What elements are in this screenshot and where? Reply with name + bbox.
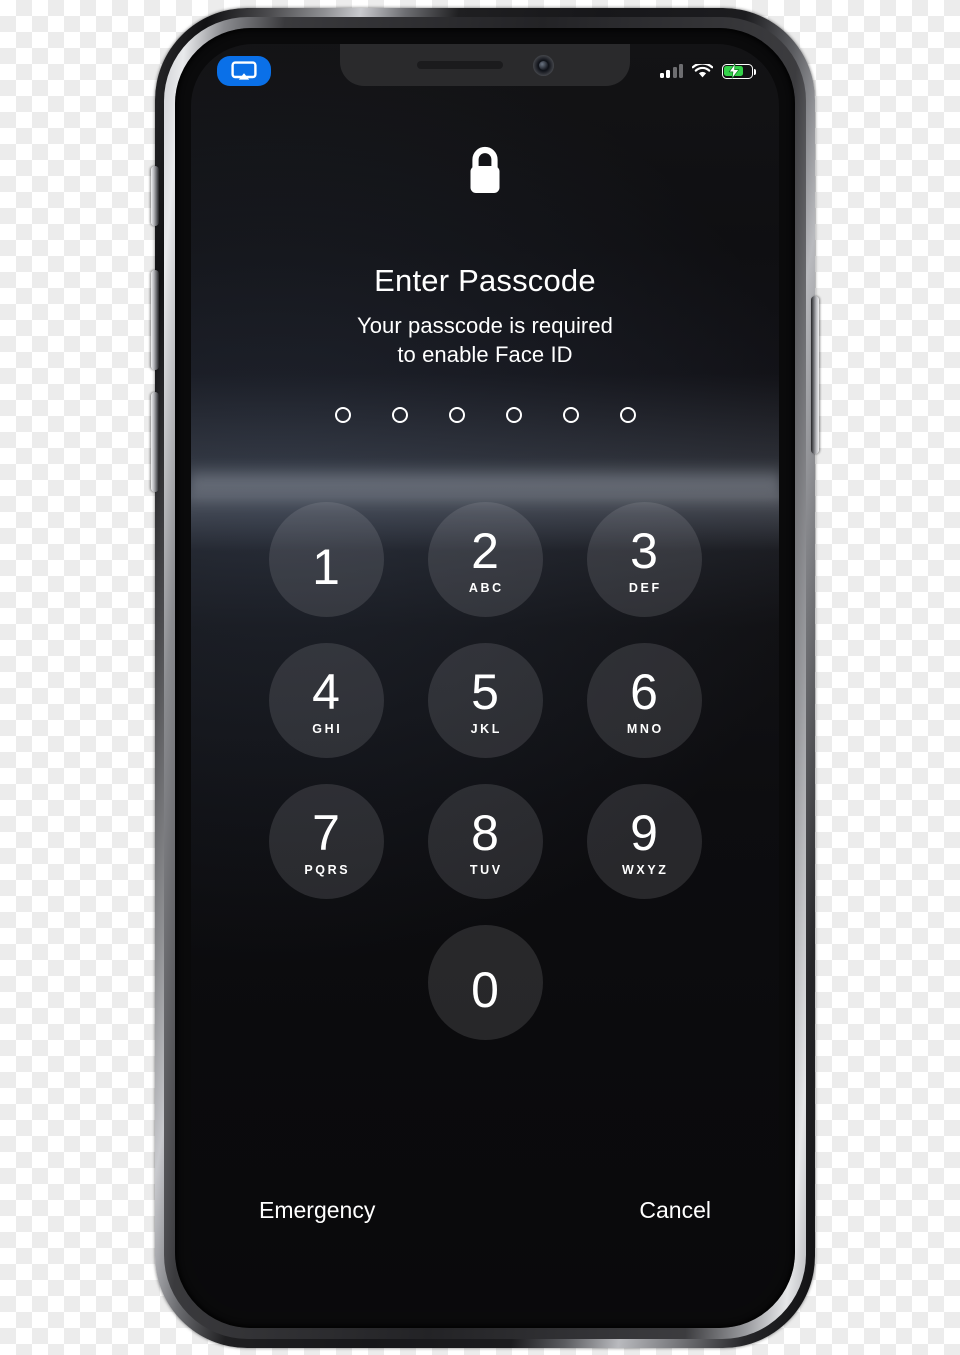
keypad-row: 1 2 ABC 3 DEF: [245, 502, 725, 617]
keypad-key-digit: 0: [471, 961, 499, 1018]
airplay-icon: [231, 61, 257, 80]
keypad-key-letters: DEF: [628, 581, 662, 595]
charging-bolt-icon: [728, 63, 740, 79]
lock-screen-ui: Enter Passcode Your passcode is required…: [191, 44, 779, 1312]
keypad-row: 7 PQRS 8 TUV 9 WXYZ: [245, 784, 725, 899]
keypad-key-7[interactable]: 7 PQRS: [268, 784, 384, 899]
keypad-key-digit: 6: [630, 664, 658, 720]
keypad-key-digit: 8: [471, 805, 499, 861]
side-power-button[interactable]: [811, 296, 819, 454]
keypad-key-digit: 5: [471, 664, 499, 720]
status-bar: [191, 44, 779, 94]
keypad-row: 0: [245, 925, 725, 1040]
cellular-signal-icon: [659, 64, 683, 78]
keypad-key-3[interactable]: 3 DEF: [586, 502, 702, 617]
subtitle-line-2: to enable Face ID: [397, 342, 573, 368]
keypad-key-digit: 3: [630, 523, 658, 579]
battery-charging-icon: [722, 63, 756, 79]
passcode-dot-1: [334, 407, 351, 423]
keypad-key-letters: PQRS: [304, 863, 351, 877]
keypad-key-0[interactable]: 0: [427, 925, 543, 1040]
keypad-key-letters: WXYZ: [622, 863, 669, 877]
passcode-dot-2: [391, 407, 408, 423]
keypad-row: 4 GHI 5 JKL 6 MNO: [245, 643, 725, 758]
screenshot-stage: Enter Passcode Your passcode is required…: [0, 0, 960, 1355]
lock-closed-icon: [191, 142, 779, 198]
keypad-key-digit: 9: [630, 805, 658, 861]
passcode-subtitle: Your passcode is required to enable Face…: [191, 311, 779, 369]
keypad-key-letters: TUV: [469, 863, 503, 877]
mute-switch[interactable]: [151, 166, 159, 226]
status-indicators: [659, 63, 756, 79]
phone-device-frame: Enter Passcode Your passcode is required…: [151, 8, 819, 1348]
lock-screen-actions: Emergency Cancel: [191, 1197, 779, 1224]
keypad-key-digit: 2: [471, 523, 499, 579]
keypad-key-letters: GHI: [312, 722, 343, 736]
passcode-dot-5: [562, 407, 579, 423]
passcode-keypad[interactable]: 1 2 ABC 3 DEF 4 GHI 5 JKL 6 MNO 7 PQRS 8 TUV 9 WXYZ 0: [191, 502, 779, 1040]
keypad-key-4[interactable]: 4 GHI: [268, 643, 384, 758]
volume-up-button[interactable]: [151, 270, 159, 370]
page-title: Enter Passcode: [374, 263, 596, 298]
wifi-icon: [692, 63, 713, 77]
keypad-key-8[interactable]: 8 TUV: [427, 784, 543, 899]
keypad-key-digit: 1: [312, 538, 340, 595]
keypad-key-5[interactable]: 5 JKL: [427, 643, 543, 758]
keypad-key-letters: JKL: [470, 722, 502, 736]
airplay-badge[interactable]: [217, 56, 271, 86]
passcode-dot-3: [448, 407, 465, 423]
phone-screen: Enter Passcode Your passcode is required…: [191, 44, 779, 1312]
keypad-key-digit: 7: [312, 805, 340, 861]
emergency-button[interactable]: Emergency: [259, 1197, 375, 1224]
passcode-dots: [191, 407, 779, 423]
passcode-dot-6: [619, 407, 636, 423]
passcode-dot-4: [505, 407, 522, 423]
keypad-key-9[interactable]: 9 WXYZ: [586, 784, 702, 899]
subtitle-line-1: Your passcode is required: [356, 313, 614, 338]
keypad-key-1[interactable]: 1: [268, 502, 384, 617]
volume-down-button[interactable]: [151, 392, 159, 492]
keypad-key-6[interactable]: 6 MNO: [586, 643, 702, 758]
keypad-key-letters: MNO: [626, 722, 664, 736]
keypad-key-2[interactable]: 2 ABC: [427, 502, 543, 617]
cancel-button[interactable]: Cancel: [639, 1197, 711, 1224]
keypad-key-digit: 4: [312, 664, 340, 720]
keypad-key-letters: ABC: [468, 581, 504, 595]
